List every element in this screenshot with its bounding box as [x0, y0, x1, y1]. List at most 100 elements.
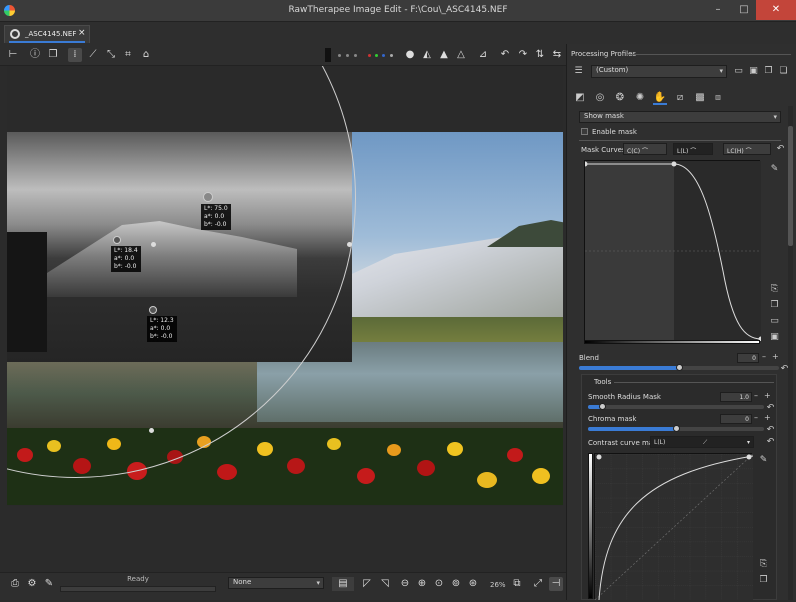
- red-channel-icon[interactable]: [368, 54, 371, 57]
- open-profile-icon[interactable]: ▭: [733, 66, 744, 77]
- channel-dot-icon[interactable]: [354, 54, 357, 57]
- smooth-radius-knob[interactable]: [598, 403, 606, 410]
- enable-mask-checkbox[interactable]: [581, 128, 588, 135]
- external-editor-icon[interactable]: ✎: [42, 577, 56, 591]
- tab-wavelet[interactable]: ✺: [633, 91, 647, 105]
- zoom-fit-icon[interactable]: ⊙: [432, 577, 446, 591]
- blend-value[interactable]: 0: [737, 353, 759, 363]
- blend-minus[interactable]: –: [762, 352, 766, 361]
- close-window-button[interactable]: ✕: [756, 0, 796, 20]
- intent-select-icon[interactable]: ▤: [332, 577, 354, 591]
- lab-picker-2[interactable]: [113, 236, 121, 244]
- info-icon[interactable]: ⓘ: [28, 48, 42, 62]
- paste-profile-icon[interactable]: ❏: [778, 66, 789, 77]
- hide-right-panel-icon[interactable]: ⊣: [549, 577, 563, 591]
- crop-icon[interactable]: ⌗: [121, 48, 135, 62]
- clipping-icon[interactable]: ◭: [420, 48, 434, 62]
- hide-panel-icon[interactable]: ⊢: [6, 48, 20, 62]
- flip-horizontal-icon[interactable]: ⇆: [550, 48, 564, 62]
- queue-icon[interactable]: ⚙: [25, 577, 39, 591]
- contrast-curve-editor[interactable]: [594, 453, 754, 601]
- panel-scrollbar[interactable]: [788, 106, 793, 600]
- profile-select[interactable]: (Custom) ▾: [591, 65, 727, 78]
- histogram-icon[interactable]: ⊿: [476, 48, 490, 62]
- open-curve-icon[interactable]: ▭: [769, 316, 780, 327]
- reset-curve-icon[interactable]: ↶: [775, 144, 786, 155]
- save-profile-icon[interactable]: ▣: [748, 66, 759, 77]
- rotate-left-icon[interactable]: ↶: [498, 48, 512, 62]
- tab-color[interactable]: ❂: [613, 91, 627, 105]
- crop-select-icon[interactable]: ⁞: [68, 48, 82, 62]
- reset-icon[interactable]: ↶: [765, 437, 776, 448]
- link-curve-icon[interactable]: ⎘: [758, 559, 769, 570]
- save-icon[interactable]: ⎙: [8, 577, 22, 591]
- minimize-button[interactable]: –: [705, 0, 731, 20]
- chroma-mask-plus[interactable]: +: [764, 413, 771, 422]
- green-channel-icon[interactable]: [375, 54, 378, 57]
- curve-lch-button[interactable]: LC(H) ⌒: [723, 143, 771, 155]
- chroma-mask-minus[interactable]: –: [754, 413, 758, 422]
- softproof-icon[interactable]: ◸: [360, 577, 374, 591]
- editor-tab[interactable]: _ASC4145.NEF ×: [4, 25, 90, 43]
- fullscreen-icon[interactable]: ⤢: [531, 577, 545, 591]
- link-curve-icon[interactable]: ⎘: [769, 284, 780, 295]
- copy-curve-icon[interactable]: ❐: [758, 575, 769, 586]
- blue-channel-icon[interactable]: [382, 54, 385, 57]
- tab-close-button[interactable]: ×: [78, 28, 86, 38]
- copy-curve-icon[interactable]: ❐: [769, 300, 780, 311]
- smooth-radius-plus[interactable]: +: [764, 391, 771, 400]
- edit-curve-icon[interactable]: ✎: [769, 164, 780, 175]
- maximize-button[interactable]: □: [731, 0, 757, 20]
- zoom-in-icon[interactable]: ⊕: [415, 577, 429, 591]
- reset-icon[interactable]: ↶: [765, 425, 776, 436]
- zoom-100-icon[interactable]: ⊚: [449, 577, 463, 591]
- straighten-icon[interactable]: ⤡: [104, 48, 118, 62]
- rotate-right-icon[interactable]: ↷: [516, 48, 530, 62]
- mask-curve-editor[interactable]: [582, 160, 764, 342]
- mask-handle-bottom[interactable]: [149, 428, 154, 433]
- mask-curve-graph[interactable]: [582, 161, 764, 342]
- blend-plus[interactable]: +: [772, 352, 779, 361]
- flip-vertical-icon[interactable]: ⇅: [533, 48, 547, 62]
- focus-mask-icon[interactable]: ●: [403, 48, 417, 62]
- transform-icon[interactable]: ⌂: [139, 48, 153, 62]
- zoom-out-icon[interactable]: ⊖: [398, 577, 412, 591]
- zoom-fit-crop-icon[interactable]: ⊛: [466, 577, 480, 591]
- gamut-check-icon[interactable]: ◹: [378, 577, 392, 591]
- tab-local[interactable]: ✋: [653, 91, 667, 105]
- tab-raw[interactable]: ▩: [693, 91, 707, 105]
- preview-indicator-icon[interactable]: [325, 48, 331, 62]
- blend-knob[interactable]: [675, 364, 683, 371]
- new-detail-window-icon[interactable]: ⧉: [510, 577, 524, 591]
- contrast-curve-graph[interactable]: [594, 453, 754, 601]
- image-viewer[interactable]: L*: 75.0 a*: 0.0 b*: -0.0 L*: 18.4 a*: 0…: [7, 66, 563, 506]
- color-picker-icon[interactable]: ⟋: [86, 48, 100, 62]
- channel-dot-icon[interactable]: [346, 54, 349, 57]
- tab-metadata[interactable]: ▥: [711, 91, 725, 105]
- luminance-channel-icon[interactable]: [390, 54, 393, 57]
- tab-exposure[interactable]: ◩: [573, 91, 587, 105]
- chroma-mask-value[interactable]: 0: [720, 414, 752, 424]
- channel-dot-icon[interactable]: [338, 54, 341, 57]
- curve-cc-button[interactable]: C(C) ⌒: [623, 143, 667, 155]
- copy-profile-icon[interactable]: ❐: [763, 66, 774, 77]
- curve-ll-button[interactable]: L(L) ⌒: [673, 143, 713, 155]
- smooth-radius-slider[interactable]: [588, 405, 764, 409]
- tab-detail[interactable]: ◎: [593, 91, 607, 105]
- lab-picker-1[interactable]: [203, 192, 213, 202]
- mask-handle-right[interactable]: [347, 242, 352, 247]
- save-curve-icon[interactable]: ▣: [769, 332, 780, 343]
- copy-icon[interactable]: ❐: [46, 48, 60, 62]
- chroma-mask-knob[interactable]: [672, 425, 680, 432]
- output-profile-select[interactable]: None ▾: [228, 577, 324, 589]
- warning-icon[interactable]: △: [454, 48, 468, 62]
- show-mask-select[interactable]: Show mask ▾: [579, 111, 781, 123]
- contrast-curve-select[interactable]: L(L) ⟋ ▾: [650, 436, 754, 448]
- profile-list-icon[interactable]: ☰: [573, 66, 584, 77]
- reset-icon[interactable]: ↶: [779, 364, 790, 375]
- smooth-radius-minus[interactable]: –: [754, 391, 758, 400]
- lab-picker-3[interactable]: [149, 306, 157, 314]
- smooth-radius-value[interactable]: 1.0: [720, 392, 752, 402]
- mask-center-handle[interactable]: [151, 242, 156, 247]
- tab-transform[interactable]: ⧄: [673, 91, 687, 105]
